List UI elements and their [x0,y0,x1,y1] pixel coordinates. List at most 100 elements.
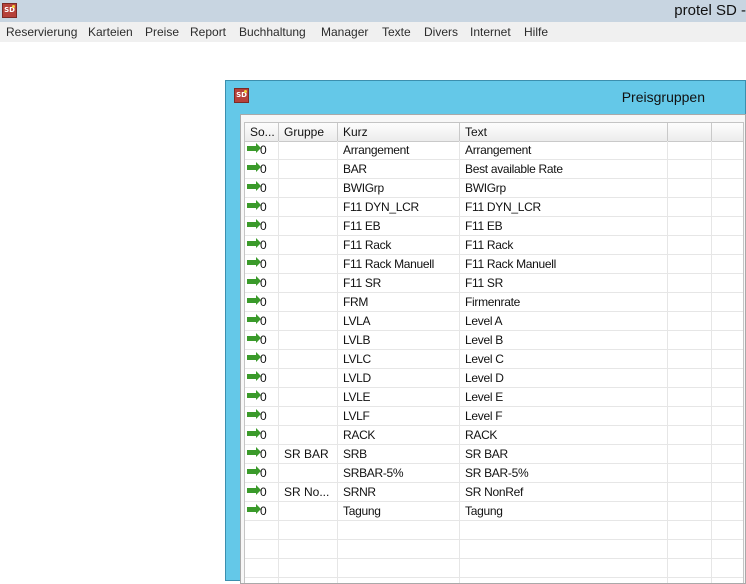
sort-cell: 0 [245,407,279,426]
text-cell: RACK [460,426,668,445]
kurz-cell: BAR [338,160,460,179]
empty-cell [245,540,279,559]
sort-value: 0 [260,390,267,404]
sort-value: 0 [260,352,267,366]
menu-item-divers[interactable]: Divers [424,25,458,39]
column-header-text[interactable]: Text [460,123,668,141]
menu-item-internet[interactable]: Internet [470,25,511,39]
table-row[interactable]: 0 F11 EB F11 EB [245,217,743,236]
empty-cell [460,559,668,578]
dialog-logo-icon[interactable]: SD [234,88,249,103]
gruppe-cell [279,407,338,426]
sort-cell: 0 [245,160,279,179]
green-arrow-icon [247,447,261,457]
table-row[interactable]: 0 LVLC Level C [245,350,743,369]
empty-cell [245,521,279,540]
empty-cell [712,388,743,407]
table-row[interactable]: 0 SR No... SRNR SR NonRef [245,483,743,502]
sort-cell: 0 [245,369,279,388]
table-row[interactable]: 0 Tagung Tagung [245,502,743,521]
table-row[interactable]: 0 SRBAR-5% SR BAR-5% [245,464,743,483]
text-cell: Level F [460,407,668,426]
menu-item-buchhaltung[interactable]: Buchhaltung [239,25,306,39]
table-row[interactable]: 0 F11 Rack Manuell F11 Rack Manuell [245,255,743,274]
sort-value: 0 [260,466,267,480]
table-row[interactable]: 0 LVLA Level A [245,312,743,331]
sort-value: 0 [260,409,267,423]
table-row[interactable]: 0 SR BAR SRB SR BAR [245,445,743,464]
menu-item-texte[interactable]: Texte [382,25,411,39]
empty-cell [712,179,743,198]
table-row[interactable]: 0 BWIGrp BWIGrp [245,179,743,198]
text-cell: SR BAR [460,445,668,464]
column-header-kurz[interactable]: Kurz [338,123,460,141]
menu-item-report[interactable]: Report [190,25,226,39]
empty-cell [712,198,743,217]
gruppe-cell [279,160,338,179]
green-arrow-icon [247,276,261,286]
sort-value: 0 [260,485,267,499]
table-row[interactable]: 0 F11 SR F11 SR [245,274,743,293]
table-row[interactable]: 0 LVLF Level F [245,407,743,426]
column-header-gruppe[interactable]: Gruppe [279,123,338,141]
empty-cell [279,540,338,559]
table-row[interactable]: 0 F11 DYN_LCR F11 DYN_LCR [245,198,743,217]
text-cell: Arrangement [460,141,668,160]
kurz-cell: Arrangement [338,141,460,160]
preisgruppen-table[interactable]: So... Gruppe Kurz Text 0 Arrangement Arrangem… [244,122,744,583]
column-header-sort[interactable]: So... [245,123,279,141]
kurz-cell: SRB [338,445,460,464]
menu-item-hilfe[interactable]: Hilfe [524,25,548,39]
table-row[interactable]: 0 F11 Rack F11 Rack [245,236,743,255]
text-cell: Best available Rate [460,160,668,179]
empty-cell [668,293,712,312]
sort-value: 0 [260,181,267,195]
kurz-cell: BWIGrp [338,179,460,198]
sort-cell: 0 [245,483,279,502]
menu-item-karteien[interactable]: Karteien [88,25,133,39]
table-row[interactable]: 0 FRM Firmenrate [245,293,743,312]
sort-value: 0 [260,504,267,518]
gruppe-cell [279,198,338,217]
empty-cell [668,198,712,217]
table-row-empty [245,578,743,583]
table-row[interactable]: 0 RACK RACK [245,426,743,445]
table-row[interactable]: 0 LVLE Level E [245,388,743,407]
sort-value: 0 [260,200,267,214]
kurz-cell: FRM [338,293,460,312]
sort-value: 0 [260,447,267,461]
gruppe-cell [279,426,338,445]
kurz-cell: LVLE [338,388,460,407]
green-arrow-icon [247,181,261,191]
table-row[interactable]: 0 LVLD Level D [245,369,743,388]
sort-cell: 0 [245,331,279,350]
empty-cell [712,483,743,502]
table-row[interactable]: 0 LVLB Level B [245,331,743,350]
dialog-title: Preisgruppen [621,89,705,105]
empty-cell [712,217,743,236]
empty-cell [245,559,279,578]
sort-value: 0 [260,371,267,385]
gruppe-cell: SR BAR [279,445,338,464]
text-cell: F11 DYN_LCR [460,198,668,217]
empty-cell [712,312,743,331]
menu-item-reservierung[interactable]: Reservierung [6,25,77,39]
kurz-cell: F11 Rack [338,236,460,255]
app-title: protel SD - [674,2,746,19]
empty-cell [338,540,460,559]
menu-item-manager[interactable]: Manager [321,25,368,39]
column-header-empty[interactable] [668,123,712,141]
table-row[interactable]: 0 Arrangement Arrangement [245,141,743,160]
text-cell: F11 Rack Manuell [460,255,668,274]
gruppe-cell [279,274,338,293]
menu-item-preise[interactable]: Preise [145,25,179,39]
empty-cell [668,255,712,274]
table-row[interactable]: 0 BAR Best available Rate [245,160,743,179]
sort-value: 0 [260,428,267,442]
app-logo-icon[interactable]: SD [2,3,17,18]
kurz-cell: F11 DYN_LCR [338,198,460,217]
column-header-empty[interactable] [712,123,743,141]
empty-cell [668,350,712,369]
text-cell: Tagung [460,502,668,521]
sort-cell: 0 [245,217,279,236]
